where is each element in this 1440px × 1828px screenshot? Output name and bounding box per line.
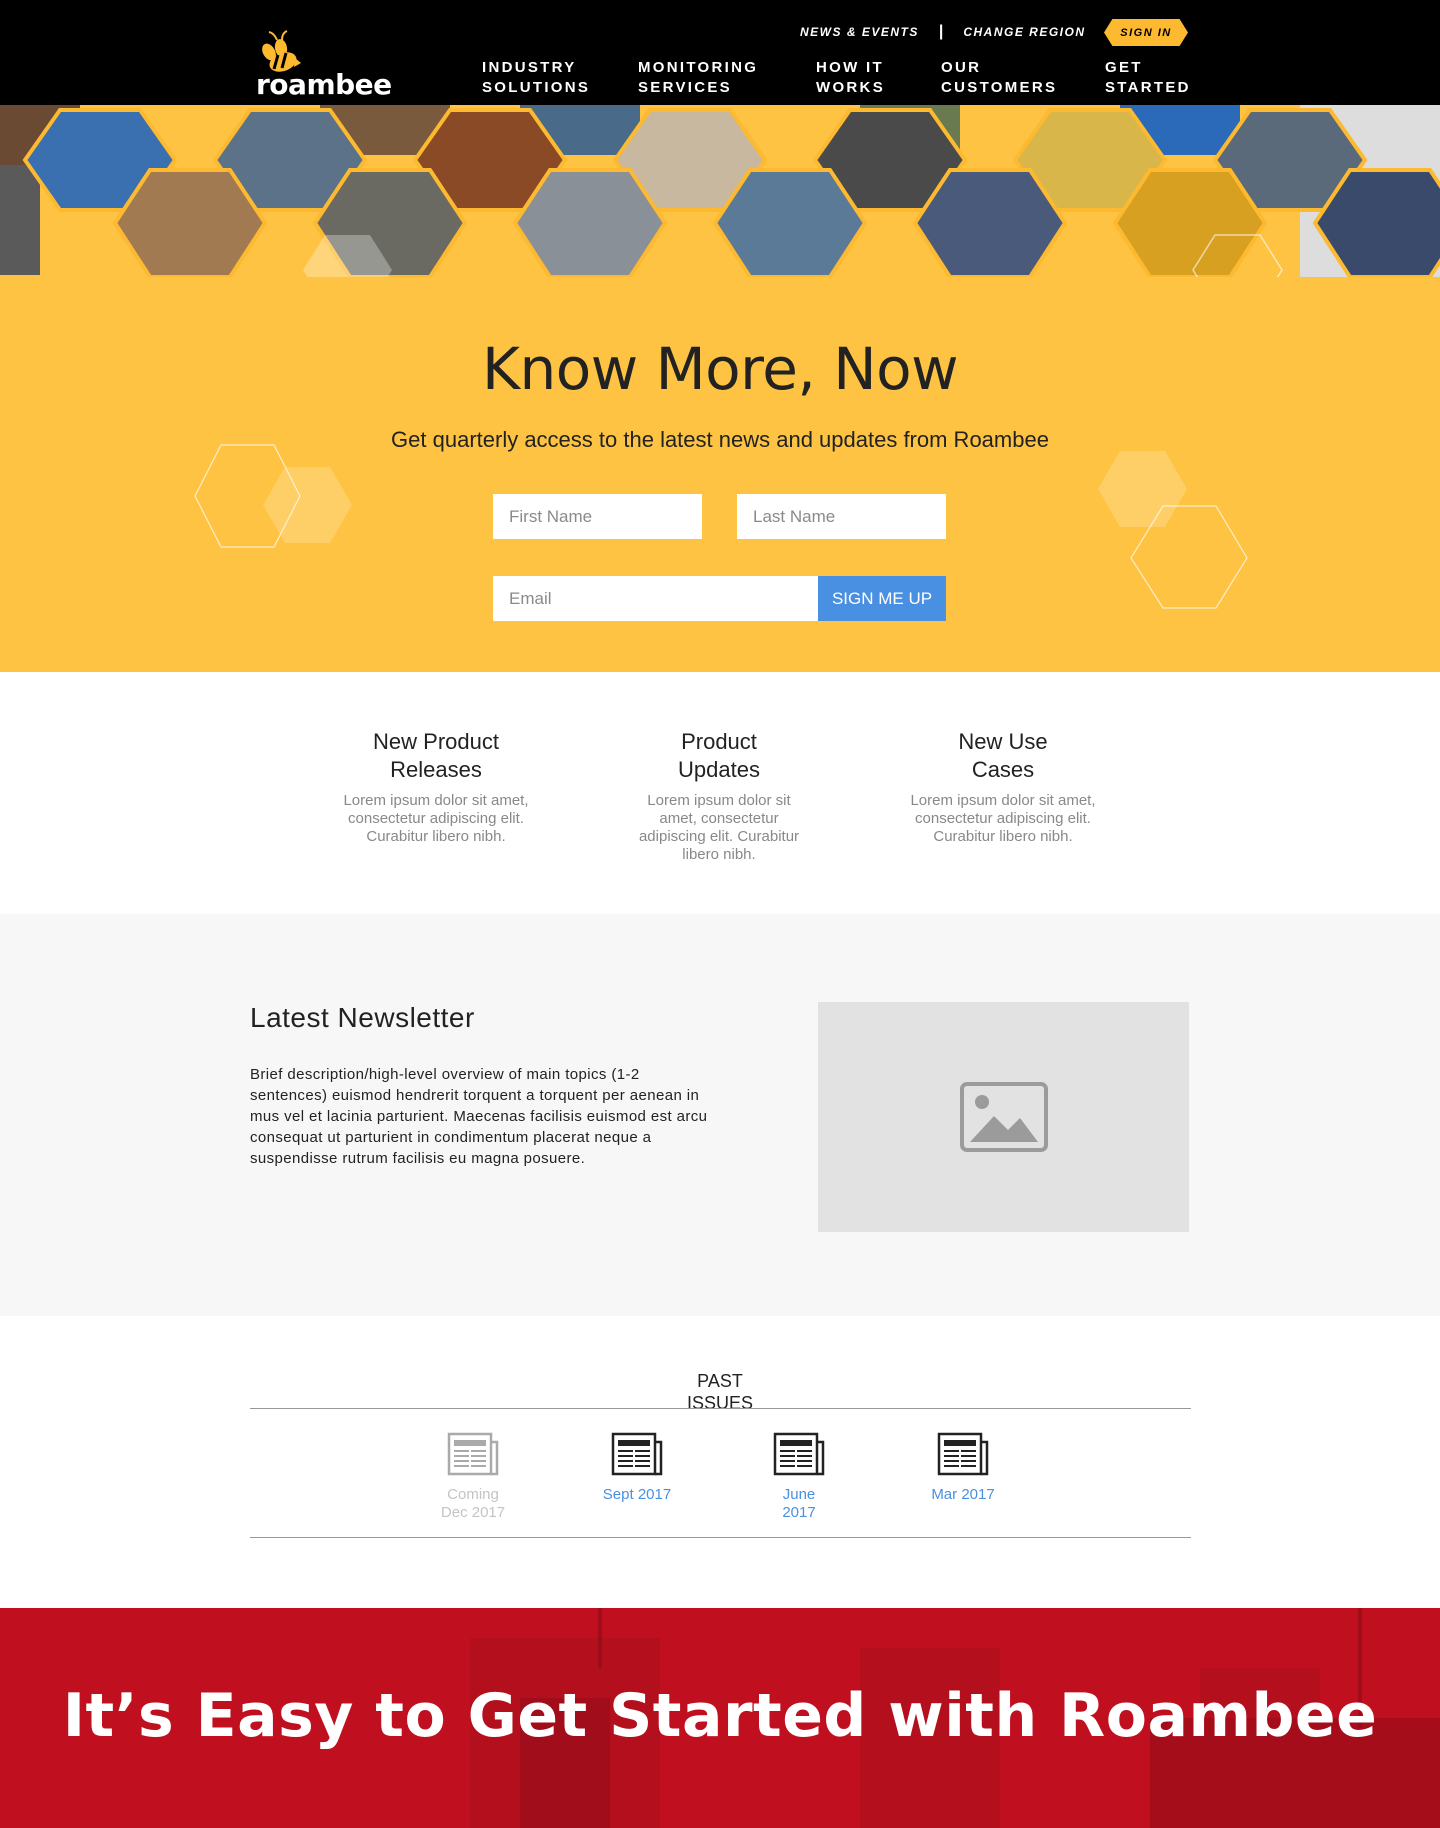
nav-line: SERVICES [638, 79, 732, 96]
feature-title: New Use Cases [958, 729, 1048, 782]
sign-me-up-button[interactable]: SIGN ME UP [818, 576, 946, 621]
hero-title: Know More, Now [481, 335, 959, 403]
hexagon-photo-mosaic [0, 105, 1440, 277]
feature-title: Product Updates [678, 729, 760, 782]
issue-link[interactable]: Mar 2017 [908, 1486, 1018, 1504]
issue-label: Coming Dec 2017 [440, 1486, 506, 1521]
newsletter-title: Latest Newsletter [250, 1002, 475, 1033]
nav-monitoring-services[interactable]: MONITORING SERVICES [638, 58, 758, 98]
last-name-input[interactable] [737, 494, 946, 539]
signup-hero: Know More, Now Get quarterly access to t… [0, 277, 1440, 672]
issue-link[interactable]: Sept 2017 [582, 1486, 692, 1504]
brand-name[interactable]: roambee [256, 68, 392, 101]
newspaper-icon[interactable] [773, 1432, 825, 1476]
nav-line: HOW IT [816, 59, 884, 76]
newspaper-icon[interactable] [611, 1432, 663, 1476]
nav-industry-solutions[interactable]: INDUSTRY SOLUTIONS [482, 58, 590, 98]
cta-title: It’s Easy to Get Started with Roambee [62, 1681, 1378, 1751]
issue-link[interactable]: June 2017 [744, 1486, 854, 1522]
feature-new-product-releases: New Product Releases Lorem ipsum dolor s… [326, 728, 546, 846]
feature-description: Lorem ipsum dolor sit amet, consectetur … [910, 792, 1096, 845]
latest-newsletter-section: Latest Newsletter Brief description/high… [0, 914, 1440, 1316]
utility-divider: | [938, 23, 944, 40]
first-name-input[interactable] [493, 494, 702, 539]
site-header: roambee NEWS & EVENTS | CHANGE REGION SI… [0, 0, 1440, 105]
nav-line: CUSTOMERS [941, 79, 1058, 96]
divider-line [250, 1408, 1191, 1409]
feature-title: New Product Releases [373, 729, 499, 782]
nav-how-it-works[interactable]: HOW IT WORKS [816, 58, 885, 98]
nav-line: STARTED [1105, 79, 1191, 96]
nav-line: SOLUTIONS [482, 79, 591, 96]
newsletter-description: Brief description/high-level overview of… [250, 1066, 708, 1167]
newspaper-icon[interactable] [937, 1432, 989, 1476]
sign-in-button[interactable]: SIGN IN [1104, 19, 1188, 46]
feature-product-updates: Product Updates Lorem ipsum dolor sit am… [609, 728, 829, 864]
feature-description: Lorem ipsum dolor sit amet, consectetur … [343, 792, 529, 845]
image-placeholder-icon [959, 1082, 1048, 1152]
industry-hexagon-banner [0, 105, 1440, 277]
newspaper-icon [447, 1432, 499, 1476]
nav-line: INDUSTRY [482, 59, 577, 76]
hero-subtitle: Get quarterly access to the latest news … [391, 427, 1049, 452]
email-input[interactable] [493, 576, 818, 621]
nav-get-started[interactable]: GET STARTED [1105, 58, 1191, 98]
get-started-cta: It’s Easy to Get Started with Roambee [0, 1608, 1440, 1828]
nav-line: MONITORING [638, 59, 759, 76]
nav-line: OUR [941, 59, 982, 76]
issue-june-2017[interactable]: June 2017 [744, 1432, 854, 1522]
issue-sept-2017[interactable]: Sept 2017 [582, 1432, 692, 1504]
nav-line: GET [1105, 59, 1143, 76]
nav-our-customers[interactable]: OUR CUSTOMERS [941, 58, 1057, 98]
feature-description: Lorem ipsum dolor sit amet, consectetur … [638, 792, 800, 863]
issue-mar-2017[interactable]: Mar 2017 [908, 1432, 1018, 1504]
utility-links: NEWS & EVENTS | CHANGE REGION [800, 22, 1086, 42]
newsletter-preview-image[interactable] [818, 1002, 1189, 1232]
news-events-link[interactable]: NEWS & EVENTS [800, 25, 919, 39]
issue-coming-dec-2017: Coming Dec 2017 [418, 1432, 528, 1522]
change-region-link[interactable]: CHANGE REGION [963, 25, 1085, 39]
nav-line: WORKS [816, 79, 885, 96]
feature-new-use-cases: New Use Cases Lorem ipsum dolor sit amet… [893, 728, 1113, 846]
divider-line [250, 1537, 1191, 1538]
